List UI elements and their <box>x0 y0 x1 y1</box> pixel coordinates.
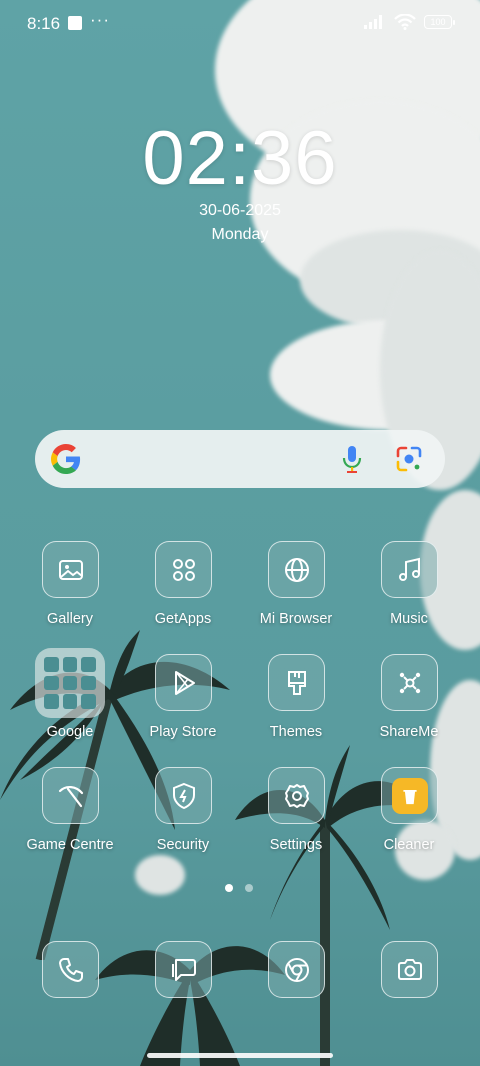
chrome-icon <box>284 957 309 982</box>
clock-time[interactable]: 02:36 <box>0 115 480 202</box>
gear-icon[interactable] <box>268 767 325 824</box>
app-play-store[interactable]: Play Store <box>127 654 239 758</box>
app-gallery[interactable]: Gallery <box>14 541 126 645</box>
dock-messages[interactable] <box>155 941 212 998</box>
google-g-icon <box>51 444 81 474</box>
game-icon[interactable] <box>42 767 99 824</box>
cleaner-tile[interactable] <box>381 767 438 824</box>
dock-chrome[interactable] <box>268 941 325 998</box>
trash-icon <box>391 777 428 814</box>
app-settings[interactable]: Settings <box>240 767 352 871</box>
status-bar: 8:16 ··· 100 <box>0 0 480 48</box>
folder-icon[interactable] <box>35 648 105 718</box>
app-label: ShareMe <box>379 724 439 740</box>
notification-icon <box>68 16 82 30</box>
app-cleaner[interactable]: Cleaner <box>353 767 465 871</box>
clock-weekday: Monday <box>211 226 269 243</box>
shield-icon[interactable] <box>155 767 212 824</box>
phone-icon <box>58 957 83 982</box>
page-dot <box>245 884 253 892</box>
home-gesture-bar[interactable] <box>147 1053 333 1058</box>
wifi-icon <box>394 14 416 30</box>
app-themes[interactable]: Themes <box>240 654 352 758</box>
dock-phone[interactable] <box>42 941 99 998</box>
page-indicator <box>225 884 253 892</box>
app-game-centre[interactable]: Game Centre <box>14 767 126 871</box>
app-label: Cleaner <box>383 837 435 853</box>
dock-camera[interactable] <box>381 941 438 998</box>
battery-icon: 100 <box>424 15 455 29</box>
signal-icon <box>364 15 382 29</box>
clock-date: 30-06-2025 <box>199 202 281 219</box>
app-getapps[interactable]: GetApps <box>127 541 239 645</box>
lens-icon[interactable] <box>395 445 423 473</box>
app-label: Music <box>390 611 428 627</box>
app-security[interactable]: Security <box>127 767 239 871</box>
getapps-icon[interactable] <box>155 541 212 598</box>
status-time: 8:16 <box>27 14 61 33</box>
play-store-icon[interactable] <box>155 654 212 711</box>
app-music[interactable]: Music <box>353 541 465 645</box>
camera-icon <box>397 958 422 980</box>
app-shareme[interactable]: ShareMe <box>353 654 465 758</box>
more-notifications-icon: ··· <box>90 10 110 29</box>
share-icon[interactable] <box>381 654 438 711</box>
app-google-folder[interactable]: Google <box>14 648 126 758</box>
app-mi-browser[interactable]: Mi Browser <box>240 541 352 645</box>
gallery-icon[interactable] <box>42 541 99 598</box>
page-dot-active <box>225 884 233 892</box>
mic-icon[interactable] <box>339 444 365 474</box>
brush-icon[interactable] <box>268 654 325 711</box>
google-search-bar[interactable] <box>35 430 445 488</box>
music-icon[interactable] <box>381 541 438 598</box>
globe-icon[interactable] <box>268 541 325 598</box>
battery-level: 100 <box>430 17 446 27</box>
messages-icon <box>171 958 196 981</box>
